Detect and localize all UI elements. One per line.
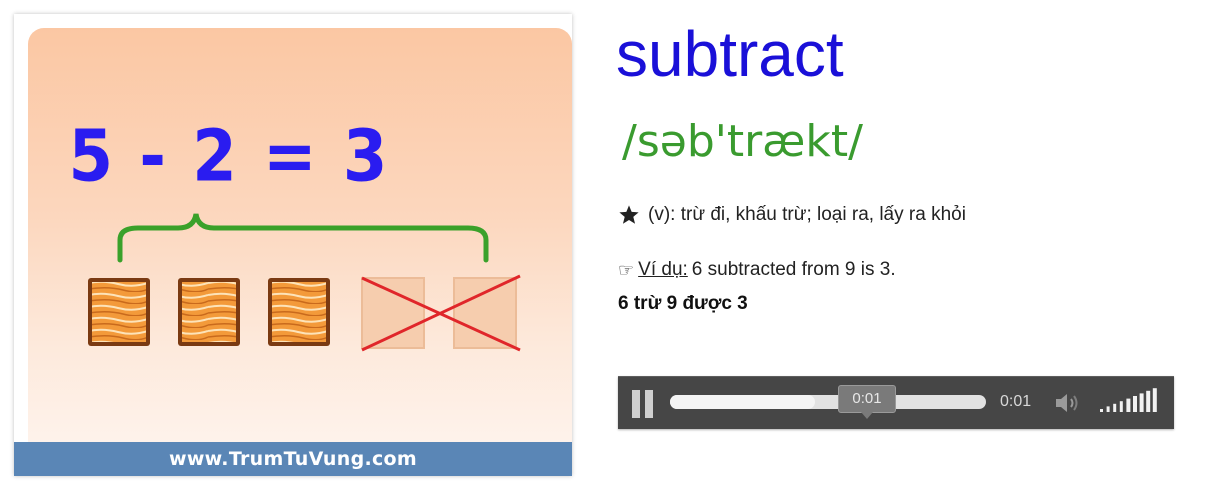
example-label: Ví dụ: [638,259,688,280]
volume-bar [1100,409,1103,412]
flashcard: 5 - 2 = 3 www.TrumTuVung.com [14,14,572,476]
block-kept [178,278,240,346]
time-tooltip: 0:01 [838,385,896,419]
block-kept [88,278,150,346]
block-removed [453,277,517,349]
definition-text: (v): trừ đi, khấu trừ; loại ra, lấy ra k… [648,204,966,225]
volume-bar [1119,401,1123,412]
volume-bar [1133,396,1137,412]
volume-bar [1146,390,1151,412]
volume-slider[interactable] [1098,388,1162,416]
website-footer: www.TrumTuVung.com [14,442,572,476]
example-text: 6 subtracted from 9 is 3. [691,259,896,280]
volume-bar [1126,398,1131,412]
vocabulary-word: subtract [616,18,844,90]
pause-bar-icon [645,390,653,418]
definition-line: (v): trừ đi, khấu trừ; loại ra, lấy ra k… [618,204,966,226]
seek-bar[interactable]: 0:01 [670,385,986,419]
brace-icon [117,213,489,263]
block-kept [268,278,330,346]
volume-bar [1152,388,1157,412]
blocks-illustration [88,213,521,352]
current-time: 0:01 [1000,393,1032,410]
pause-button[interactable] [632,390,656,418]
audio-player: 0:01 0:01 [618,376,1174,429]
pause-bar-icon [632,390,640,418]
volume-bar [1139,393,1144,412]
speaker-icon[interactable] [1054,391,1080,415]
volume-bar [1113,403,1117,412]
block-removed [361,277,425,349]
pointing-hand-icon: ☞ [618,259,635,281]
phonetic-transcription: /səb'trækt/ [622,116,863,167]
example-translation: 6 trừ 9 được 3 [618,293,748,314]
seek-progress [670,395,816,409]
vocabulary-page: 5 - 2 = 3 www.TrumTuVung.com subtract /s… [0,0,1219,488]
volume-bar [1106,406,1110,412]
star-icon [619,205,639,224]
flashcard-illustration: 5 - 2 = 3 [28,28,572,448]
example-line: ☞ Ví dụ: 6 subtracted from 9 is 3. [618,259,896,281]
